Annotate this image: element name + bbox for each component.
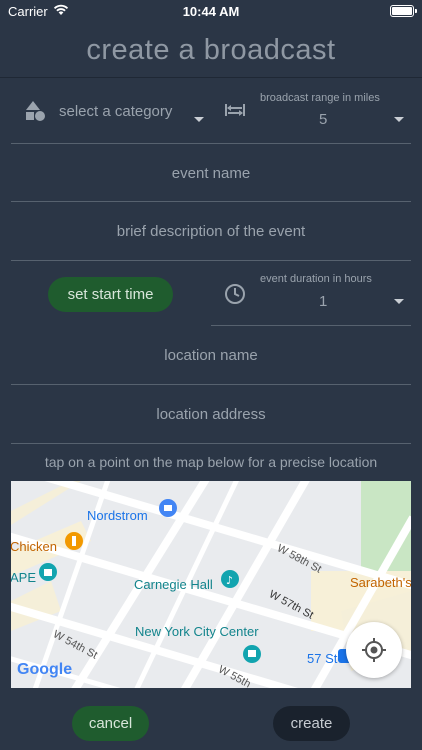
battery-icon <box>390 5 417 17</box>
range-value: 5 <box>319 111 328 128</box>
range-select[interactable]: broadcast range in miles 5 <box>222 86 412 138</box>
map-place-label: Sarabeth's <box>350 575 411 590</box>
divider <box>11 384 411 385</box>
location-name-field[interactable]: location name <box>10 347 412 364</box>
create-button[interactable]: create <box>273 706 350 741</box>
shapes-icon <box>26 101 45 121</box>
svg-text:♪: ♪ <box>226 574 233 587</box>
map-place-label: 57 St <box>307 651 338 666</box>
range-arrows-icon <box>225 104 245 116</box>
locate-me-button[interactable] <box>346 622 402 678</box>
map-pin-icon <box>243 645 261 663</box>
page-title: create a broadcast <box>86 34 336 66</box>
clock-icon <box>225 284 245 304</box>
map-pin-icon: ♪ <box>221 570 239 588</box>
duration-label: event duration in hours <box>260 273 372 285</box>
map-pin-icon <box>65 532 83 550</box>
map-pin-icon <box>39 563 57 581</box>
category-placeholder: select a category <box>59 103 173 120</box>
google-logo: Google <box>17 661 73 678</box>
cancel-button[interactable]: cancel <box>72 706 149 741</box>
chevron-down-icon <box>394 117 404 122</box>
chevron-down-icon <box>394 299 404 304</box>
divider <box>11 143 411 144</box>
chevron-down-icon <box>194 117 204 122</box>
map-place-label: Chicken <box>11 539 57 554</box>
description-field[interactable]: brief description of the event <box>10 223 412 240</box>
map-place-label: New York City Center <box>135 624 259 639</box>
header: create a broadcast <box>0 24 422 78</box>
map-hint: tap on a point on the map below for a pr… <box>44 454 378 470</box>
map-place-label: Nordstrom <box>87 508 148 523</box>
divider <box>211 325 411 326</box>
map-pin-icon <box>159 499 177 517</box>
duration-value: 1 <box>319 293 328 310</box>
status-bar: Carrier 10:44 AM <box>0 0 422 24</box>
set-start-time-button[interactable]: set start time <box>48 277 173 312</box>
range-label: broadcast range in miles <box>260 92 380 104</box>
event-name-field[interactable]: event name <box>10 165 412 182</box>
map-place-label: Carnegie Hall <box>134 577 213 592</box>
status-time: 10:44 AM <box>182 4 240 19</box>
map-place-label: APE <box>11 570 37 585</box>
map-view[interactable]: ♪ Nordstrom Chicken APE Carnegie Hall Ne… <box>11 481 411 688</box>
divider <box>11 260 411 261</box>
crosshair-icon <box>362 638 386 662</box>
duration-select[interactable]: event duration in hours 1 <box>212 268 411 326</box>
location-address-field[interactable]: location address <box>10 406 412 423</box>
divider <box>11 443 411 444</box>
divider <box>11 201 411 202</box>
category-select[interactable]: select a category <box>20 90 210 134</box>
